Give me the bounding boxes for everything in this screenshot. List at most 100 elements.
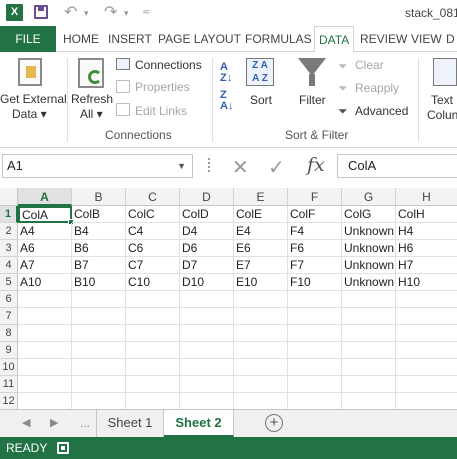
cell-c4[interactable]: C7: [126, 257, 180, 274]
cell-b1[interactable]: ColB: [72, 206, 126, 223]
cell-f7[interactable]: [288, 308, 342, 325]
cell-f8[interactable]: [288, 325, 342, 342]
cell-e2[interactable]: E4: [234, 223, 288, 240]
undo-dropdown-icon[interactable]: ▾: [84, 8, 89, 19]
cell-g12[interactable]: [342, 393, 396, 409]
cell-e9[interactable]: [234, 342, 288, 359]
properties-button[interactable]: Properties: [135, 80, 190, 94]
cancel-icon[interactable]: ✕: [232, 155, 249, 180]
cell-a2[interactable]: A4: [18, 223, 72, 240]
sheet-tab-sheet-2[interactable]: Sheet 2: [164, 410, 234, 437]
cell-f9[interactable]: [288, 342, 342, 359]
tab-data[interactable]: DATA: [314, 26, 355, 53]
tab-view[interactable]: VIEW: [411, 26, 442, 52]
tab-developer[interactable]: D: [446, 26, 455, 52]
cell-a12[interactable]: [18, 393, 72, 409]
connections-button[interactable]: Connections: [135, 58, 202, 72]
row-header-12[interactable]: 12: [0, 393, 18, 409]
cell-f4[interactable]: F7: [288, 257, 342, 274]
cell-f10[interactable]: [288, 359, 342, 376]
cell-e4[interactable]: E7: [234, 257, 288, 274]
tab-home[interactable]: HOME: [63, 26, 99, 52]
cell-e3[interactable]: E6: [234, 240, 288, 257]
cell-e11[interactable]: [234, 376, 288, 393]
cell-e7[interactable]: [234, 308, 288, 325]
cell-d4[interactable]: D7: [180, 257, 234, 274]
tab-page-layout[interactable]: PAGE LAYOUT: [158, 26, 241, 52]
column-header-g[interactable]: G: [342, 188, 396, 206]
cell-d7[interactable]: [180, 308, 234, 325]
cell-g6[interactable]: [342, 291, 396, 308]
scroll-sheets-right-icon[interactable]: ▶: [50, 416, 58, 429]
cell-h11[interactable]: [396, 376, 457, 393]
cell-b6[interactable]: [72, 291, 126, 308]
cell-d5[interactable]: D10: [180, 274, 234, 291]
cell-f2[interactable]: F4: [288, 223, 342, 240]
column-header-a[interactable]: A: [18, 188, 72, 206]
row-header-4[interactable]: 4: [0, 257, 18, 274]
cell-c3[interactable]: C6: [126, 240, 180, 257]
cell-a5[interactable]: A10: [18, 274, 72, 291]
advanced-button[interactable]: Advanced: [355, 104, 408, 118]
select-all-corner[interactable]: [0, 188, 18, 206]
row-header-6[interactable]: 6: [0, 291, 18, 308]
cell-a6[interactable]: [18, 291, 72, 308]
name-box[interactable]: A1 ▼: [2, 154, 193, 178]
cell-e6[interactable]: [234, 291, 288, 308]
cell-a10[interactable]: [18, 359, 72, 376]
cell-g2[interactable]: Unknown: [342, 223, 396, 240]
row-header-1[interactable]: 1: [0, 206, 18, 223]
column-header-f[interactable]: F: [288, 188, 342, 206]
macro-recording-icon[interactable]: [57, 442, 69, 454]
cell-h6[interactable]: [396, 291, 457, 308]
cell-d9[interactable]: [180, 342, 234, 359]
chevron-down-icon[interactable]: ▼: [177, 155, 186, 177]
cell-d10[interactable]: [180, 359, 234, 376]
cell-c11[interactable]: [126, 376, 180, 393]
more-sheets-indicator[interactable]: ...: [80, 416, 90, 430]
refresh-all-button[interactable]: Refresh: [71, 92, 113, 106]
sort-button[interactable]: Sort: [250, 93, 272, 107]
cell-d8[interactable]: [180, 325, 234, 342]
row-header-8[interactable]: 8: [0, 325, 18, 342]
cell-d12[interactable]: [180, 393, 234, 409]
cell-c10[interactable]: [126, 359, 180, 376]
worksheet-grid[interactable]: ABCDEFGH 1 2 3 4 5 6 7 8 9 10 11 12 ColA ColB ColC Col…: [0, 188, 457, 409]
cell-b10[interactable]: [72, 359, 126, 376]
refresh-all-dropdown[interactable]: All ▾: [80, 107, 103, 121]
row-header-9[interactable]: 9: [0, 342, 18, 359]
cell-g10[interactable]: [342, 359, 396, 376]
cell-h8[interactable]: [396, 325, 457, 342]
cell-f6[interactable]: [288, 291, 342, 308]
save-icon[interactable]: [34, 5, 48, 19]
undo-icon[interactable]: ↶: [64, 2, 77, 22]
cell-e5[interactable]: E10: [234, 274, 288, 291]
cell-g3[interactable]: Unknown: [342, 240, 396, 257]
add-sheet-button[interactable]: +: [265, 414, 283, 432]
tab-formulas[interactable]: FORMULAS: [245, 26, 312, 52]
cell-h1[interactable]: ColH: [396, 206, 457, 223]
insert-function-icon[interactable]: fx: [307, 154, 325, 176]
cell-d11[interactable]: [180, 376, 234, 393]
cell-a8[interactable]: [18, 325, 72, 342]
cell-g11[interactable]: [342, 376, 396, 393]
column-header-d[interactable]: D: [180, 188, 234, 206]
cell-e10[interactable]: [234, 359, 288, 376]
redo-icon[interactable]: ↷: [104, 2, 117, 22]
cell-h12[interactable]: [396, 393, 457, 409]
cell-g4[interactable]: Unknown: [342, 257, 396, 274]
row-header-11[interactable]: 11: [0, 376, 18, 393]
cell-a11[interactable]: [18, 376, 72, 393]
cell-d3[interactable]: D6: [180, 240, 234, 257]
row-header-2[interactable]: 2: [0, 223, 18, 240]
clear-button[interactable]: Clear: [355, 58, 384, 72]
cell-f12[interactable]: [288, 393, 342, 409]
cell-f1[interactable]: ColF: [288, 206, 342, 223]
formula-input[interactable]: ColA: [337, 154, 457, 178]
tab-file[interactable]: FILE: [0, 26, 56, 52]
tab-insert[interactable]: INSERT: [108, 26, 152, 52]
cell-b9[interactable]: [72, 342, 126, 359]
cell-c2[interactable]: C4: [126, 223, 180, 240]
row-header-5[interactable]: 5: [0, 274, 18, 291]
text-to-columns-button[interactable]: Text: [431, 93, 453, 107]
